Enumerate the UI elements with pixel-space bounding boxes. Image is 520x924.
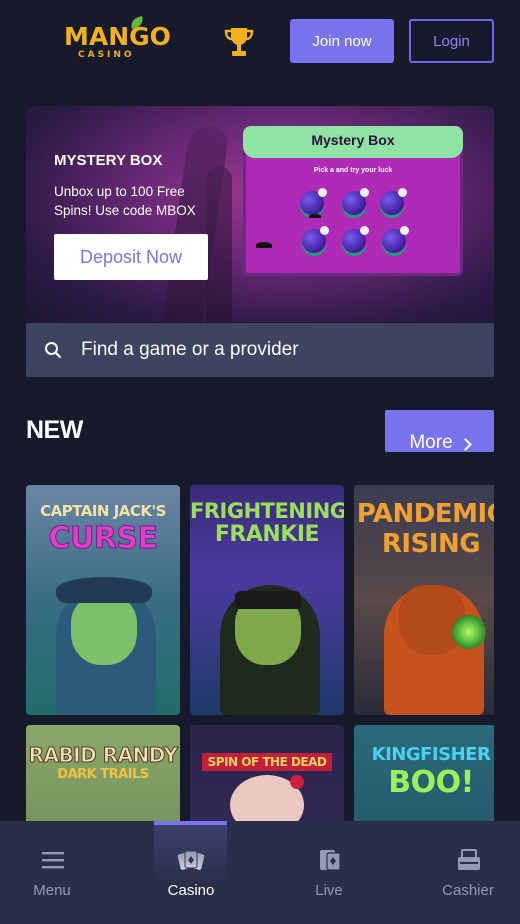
game-title-line1: SPIN OF THE DEAD [201,753,333,771]
mystery-box-title: Mystery Box [311,132,395,148]
more-button[interactable]: More [385,410,494,453]
game-tile-rabid-randy[interactable]: RABID RANDY DARK TRAILS [26,725,180,825]
bomb-icon [380,188,407,215]
nav-label-live: Live [315,882,343,899]
game-title: RABID RANDY DARK TRAILS [26,743,180,783]
rose-decoration [290,775,304,789]
bomb-icon [342,188,369,215]
active-tab-glow [154,824,227,884]
zombie-head [71,595,137,665]
virus-glow [452,615,486,649]
banner-description: Unbox up to 100 Free Spins! Use code MBO… [54,184,196,218]
frankie-hair [235,591,301,609]
search-placeholder: Find a game or a provider [81,339,299,360]
game-title-line1: KINGFISHER [371,744,491,765]
skull-icon [320,226,329,235]
game-title-line2: RISING [381,529,481,559]
logo-subtext: CASINO [78,50,135,60]
game-title-line1: CAPTAIN JACK'S [40,502,166,520]
game-title-line1: RABID RANDY [28,743,178,768]
game-title-line2: FRANKIE [214,522,320,547]
game-title-line1: PANDEMIC [356,499,494,529]
nav-label-casino: Casino [167,882,215,899]
bottom-nav: Menu Casino Live Cashier [0,821,520,924]
game-title-line2: DARK TRAILS [57,767,149,782]
mystery-box-subtitle: Pick a and try your luck [313,167,393,174]
search-icon [44,341,62,359]
nav-item-cashier[interactable]: Cashier [416,821,520,924]
skull-icon [360,226,369,235]
logo-text: MANGO [64,22,171,51]
bomb-icon [300,188,327,215]
skull-icon [398,188,407,197]
game-tile-kingfisher-boo[interactable]: KINGFISHER BOO! [354,725,494,825]
nav-label-cashier: Cashier [442,882,494,899]
game-title: KINGFISHER BOO! [354,743,494,799]
section-title-new: NEW [26,416,83,444]
live-cards-icon [317,847,343,873]
bat-icon [256,242,272,248]
chevron-right-icon [458,438,472,451]
game-tile-captain-jacks-curse[interactable]: CAPTAIN JACK'S CURSE [26,485,180,715]
game-tile-pandemic-rising[interactable]: PANDEMIC RISING [354,485,494,715]
bat-icon [309,214,321,218]
new-games-grid: CAPTAIN JACK'S CURSE FRIGHTENING FRANKIE… [26,485,494,825]
game-title: SPIN OF THE DEAD [190,747,344,771]
deposit-now-button[interactable]: Deposit Now [54,234,208,280]
nav-item-menu[interactable]: Menu [0,821,104,924]
skull-icon [400,226,409,235]
bomb-icon [302,226,329,253]
banner-title: MYSTERY BOX [54,152,163,169]
cashier-icon [456,847,482,873]
nav-label-menu: Menu [33,882,71,899]
game-title: FRIGHTENING FRANKIE [190,499,344,547]
nav-item-live[interactable]: Live [277,821,381,924]
bomb-icon [382,226,409,253]
mystery-box-artwork: Mystery Box Pick a and try your luck [243,126,463,276]
skull-icon [360,188,369,197]
game-title-line2: CURSE [48,521,159,556]
mango-casino-logo[interactable]: MANGO CASINO [64,15,171,64]
menu-icon [40,847,66,873]
game-tile-frightening-frankie[interactable]: FRIGHTENING FRANKIE [190,485,344,715]
login-button[interactable]: Login [409,19,494,63]
game-title: PANDEMIC RISING [354,499,494,559]
pirate-hat [56,577,152,603]
bomb-icon [342,226,369,253]
active-tab-indicator [154,821,227,825]
join-now-button[interactable]: Join now [290,19,394,63]
game-title: CAPTAIN JACK'S CURSE [26,499,180,555]
trophy-icon[interactable] [224,26,254,58]
more-label: More [409,432,453,453]
game-title-line1: FRIGHTENING [190,499,344,523]
game-title-line2: BOO! [388,765,474,800]
search-input[interactable]: Find a game or a provider [26,323,494,377]
header: MANGO CASINO Join now Login [0,0,520,84]
game-tile-spin-of-the-dead[interactable]: SPIN OF THE DEAD [190,725,344,825]
skull-icon [318,188,327,197]
promo-banner[interactable]: MYSTERY BOX Unbox up to 100 Free Spins! … [26,106,494,322]
